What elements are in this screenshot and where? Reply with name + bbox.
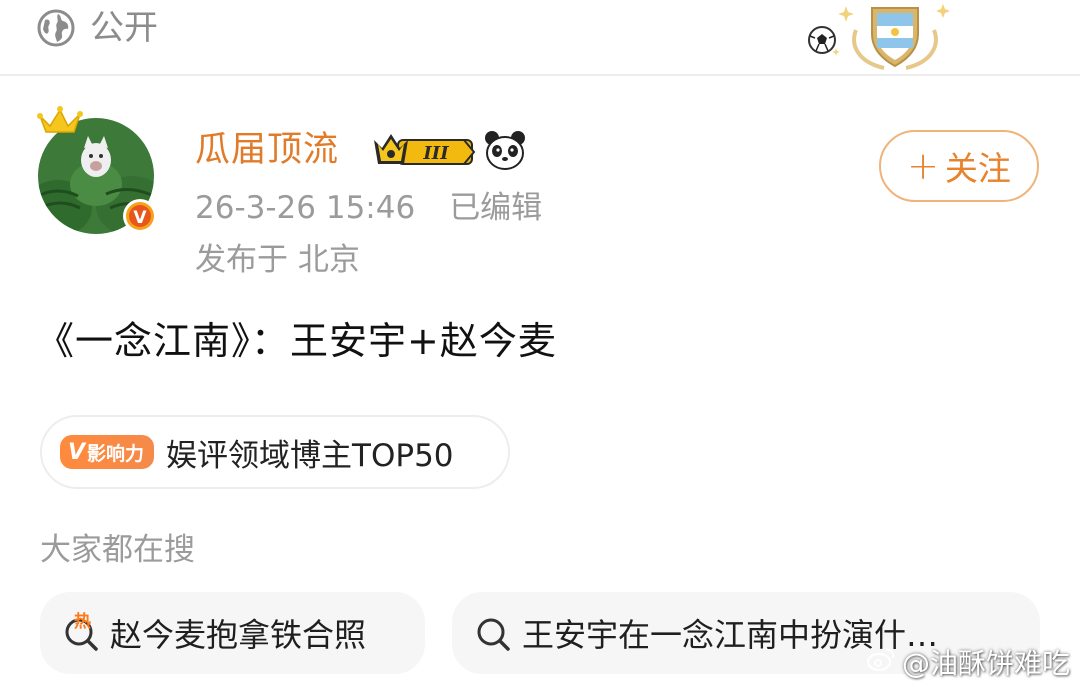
- weibo-watermark: @油酥饼难吃: [866, 642, 1070, 682]
- author-name[interactable]: 瓜届顶流: [195, 128, 339, 172]
- influence-text: 娱评领域博主TOP50: [166, 437, 454, 474]
- influence-v-icon: V: [68, 439, 86, 465]
- search-heading: 大家都在搜: [40, 532, 195, 568]
- follow-button[interactable]: + 关注: [879, 130, 1039, 202]
- verified-badge: V: [123, 199, 157, 233]
- top-bar: 公开: [0, 0, 1080, 76]
- plus-icon: +: [907, 144, 939, 188]
- location-value: 北京: [297, 242, 360, 278]
- influence-badge: V 影响力: [60, 435, 155, 469]
- watermark-text: @油酥饼难吃: [901, 647, 1070, 680]
- svg-text:V: V: [133, 208, 147, 228]
- vip-level-badge[interactable]: III: [370, 130, 478, 172]
- edited-label[interactable]: 已编辑: [449, 190, 542, 226]
- search-chip-label: 赵今麦抱拿铁合照: [110, 616, 367, 654]
- post-meta: 26-3-26 15:46 已编辑: [195, 188, 542, 228]
- post-timestamp: 26-3-26 15:46: [195, 190, 416, 226]
- hot-mark: 热: [74, 612, 91, 632]
- fan-badge-decoration: [806, 0, 956, 74]
- location-prefix: 发布于: [195, 242, 288, 278]
- privacy-indicator[interactable]: 公开: [36, 8, 158, 48]
- influence-tag[interactable]: V 影响力 娱评领域博主TOP50: [40, 415, 510, 489]
- privacy-label: 公开: [90, 8, 158, 48]
- soccer-ball-icon: [808, 26, 836, 54]
- svg-text:III: III: [422, 143, 449, 164]
- post-location: 发布于 北京: [195, 240, 360, 280]
- avatar[interactable]: V: [36, 96, 160, 236]
- search-icon: [474, 613, 514, 653]
- post-text: 《一念江南》：王安宇+赵今麦: [36, 319, 557, 363]
- follow-label: 关注: [944, 149, 1011, 188]
- globe-icon: [36, 8, 76, 48]
- hot-search-icon: 热: [62, 612, 102, 653]
- panda-icon: [484, 128, 526, 172]
- influence-badge-label: 影响力: [87, 442, 145, 465]
- hot-search-chip[interactable]: 热 赵今麦抱拿铁合照: [40, 592, 425, 674]
- weibo-logo-icon: [866, 646, 896, 679]
